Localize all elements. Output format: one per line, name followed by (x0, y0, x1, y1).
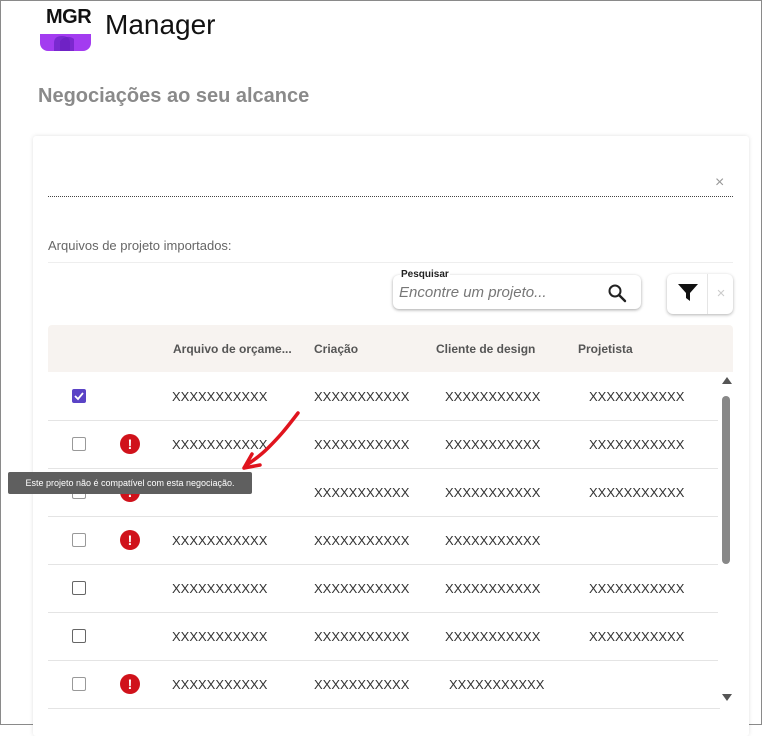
column-header-cliente[interactable]: Cliente de design (436, 342, 535, 356)
filter-button[interactable] (667, 274, 707, 314)
warning-icon[interactable]: ! (120, 530, 140, 550)
page-title: Negociações ao seu alcance (38, 85, 310, 107)
app-title: Manager (105, 9, 216, 40)
column-header-arquivo[interactable]: Arquivo de orçame... (173, 342, 292, 356)
search-label: Pesquisar (400, 269, 450, 280)
table-header: Arquivo de orçame... Criação Cliente de … (48, 325, 733, 372)
cell-arquivo: XXXXXXXXXXX (172, 533, 268, 548)
row-checkbox[interactable] (72, 437, 86, 451)
search-icon[interactable] (607, 283, 627, 308)
filter-icon (678, 284, 698, 301)
cell-cliente: XXXXXXXXXXX (445, 533, 541, 548)
search-input[interactable] (399, 284, 589, 301)
incompatibility-tooltip: Este projeto não é compatível com esta n… (8, 472, 252, 494)
cell-cliente: XXXXXXXXXXX (445, 437, 541, 452)
table-row[interactable]: XXXXXXXXXXX XXXXXXXXXXX XXXXXXXXXXX XXXX… (48, 612, 718, 661)
cell-criacao: XXXXXXXXXXX (314, 677, 410, 692)
cell-cliente: XXXXXXXXXXX (449, 677, 545, 692)
cell-projetista: XXXXXXXXXXX (589, 389, 685, 404)
table-row[interactable]: ! XXXXXXXXXXX XXXXXXXXXXX XXXXXXXXXXX XX… (48, 420, 718, 469)
cell-arquivo: XXXXXXXXXXX (172, 677, 268, 692)
cell-criacao: XXXXXXXXXXX (314, 533, 410, 548)
cell-criacao: XXXXXXXXXXX (314, 629, 410, 644)
row-checkbox[interactable] (72, 629, 86, 643)
clear-filter-button[interactable]: × (707, 274, 734, 314)
cell-arquivo: XXXXXXXXXXX (172, 581, 268, 596)
section-label: Arquivos de projeto importados: (48, 238, 232, 253)
cell-projetista: XXXXXXXXXXX (589, 629, 685, 644)
warning-icon[interactable]: ! (120, 674, 140, 694)
scroll-down-arrow[interactable] (722, 694, 732, 701)
cell-criacao: XXXXXXXXXXX (314, 485, 410, 500)
cell-cliente: XXXXXXXXXXX (445, 581, 541, 596)
checkmark-icon (74, 392, 84, 401)
logo-graphic (40, 34, 91, 51)
cell-cliente: XXXXXXXXXXX (445, 629, 541, 644)
cell-projetista: XXXXXXXXXXX (589, 581, 685, 596)
cell-cliente: XXXXXXXXXXX (445, 389, 541, 404)
logo-text: MGR (46, 6, 91, 28)
scroll-thumb[interactable] (722, 396, 730, 564)
cell-projetista: XXXXXXXXXXX (589, 485, 685, 500)
table-row[interactable]: ! XXXXXXXXXXX XXXXXXXXXXX XXXXXXXXXXX (48, 660, 718, 709)
cell-projetista: XXXXXXXXXXX (589, 437, 685, 452)
cell-criacao: XXXXXXXXXXX (314, 389, 410, 404)
row-checkbox[interactable] (72, 581, 86, 595)
table-row[interactable]: XXXXXXXXXXX XXXXXXXXXXX XXXXXXXXXXX XXXX… (48, 372, 718, 421)
cell-criacao: XXXXXXXXXXX (314, 581, 410, 596)
table-row[interactable]: ! XXXXXXXXXXX XXXXXXXXXXX XXXXXXXXXXX (48, 516, 718, 565)
cell-arquivo: XXXXXXXXXXX (172, 629, 268, 644)
row-checkbox[interactable] (72, 533, 86, 547)
table-scrollbar[interactable] (719, 374, 734, 706)
annotation-arrow-icon (242, 411, 300, 470)
filter-group: × (667, 274, 733, 314)
warning-icon[interactable]: ! (120, 434, 140, 454)
cell-arquivo: XXXXXXXXXXX (172, 389, 268, 404)
divider (130, 708, 720, 709)
search-field[interactable]: Pesquisar (393, 269, 641, 309)
input-underline[interactable] (48, 196, 733, 197)
column-header-projetista[interactable]: Projetista (578, 342, 633, 356)
column-header-criacao[interactable]: Criação (314, 342, 358, 356)
close-icon[interactable]: × (715, 174, 724, 192)
cell-criacao: XXXXXXXXXXX (314, 437, 410, 452)
table-row[interactable]: XXXXXXXXXXX XXXXXXXXXXX XXXXXXXXXXX XXXX… (48, 564, 718, 613)
app-logo: MGR (40, 4, 91, 51)
scroll-up-arrow[interactable] (722, 377, 732, 384)
cell-cliente: XXXXXXXXXXX (445, 485, 541, 500)
row-checkbox[interactable] (72, 677, 86, 691)
row-checkbox[interactable] (72, 389, 86, 403)
divider (48, 262, 733, 263)
